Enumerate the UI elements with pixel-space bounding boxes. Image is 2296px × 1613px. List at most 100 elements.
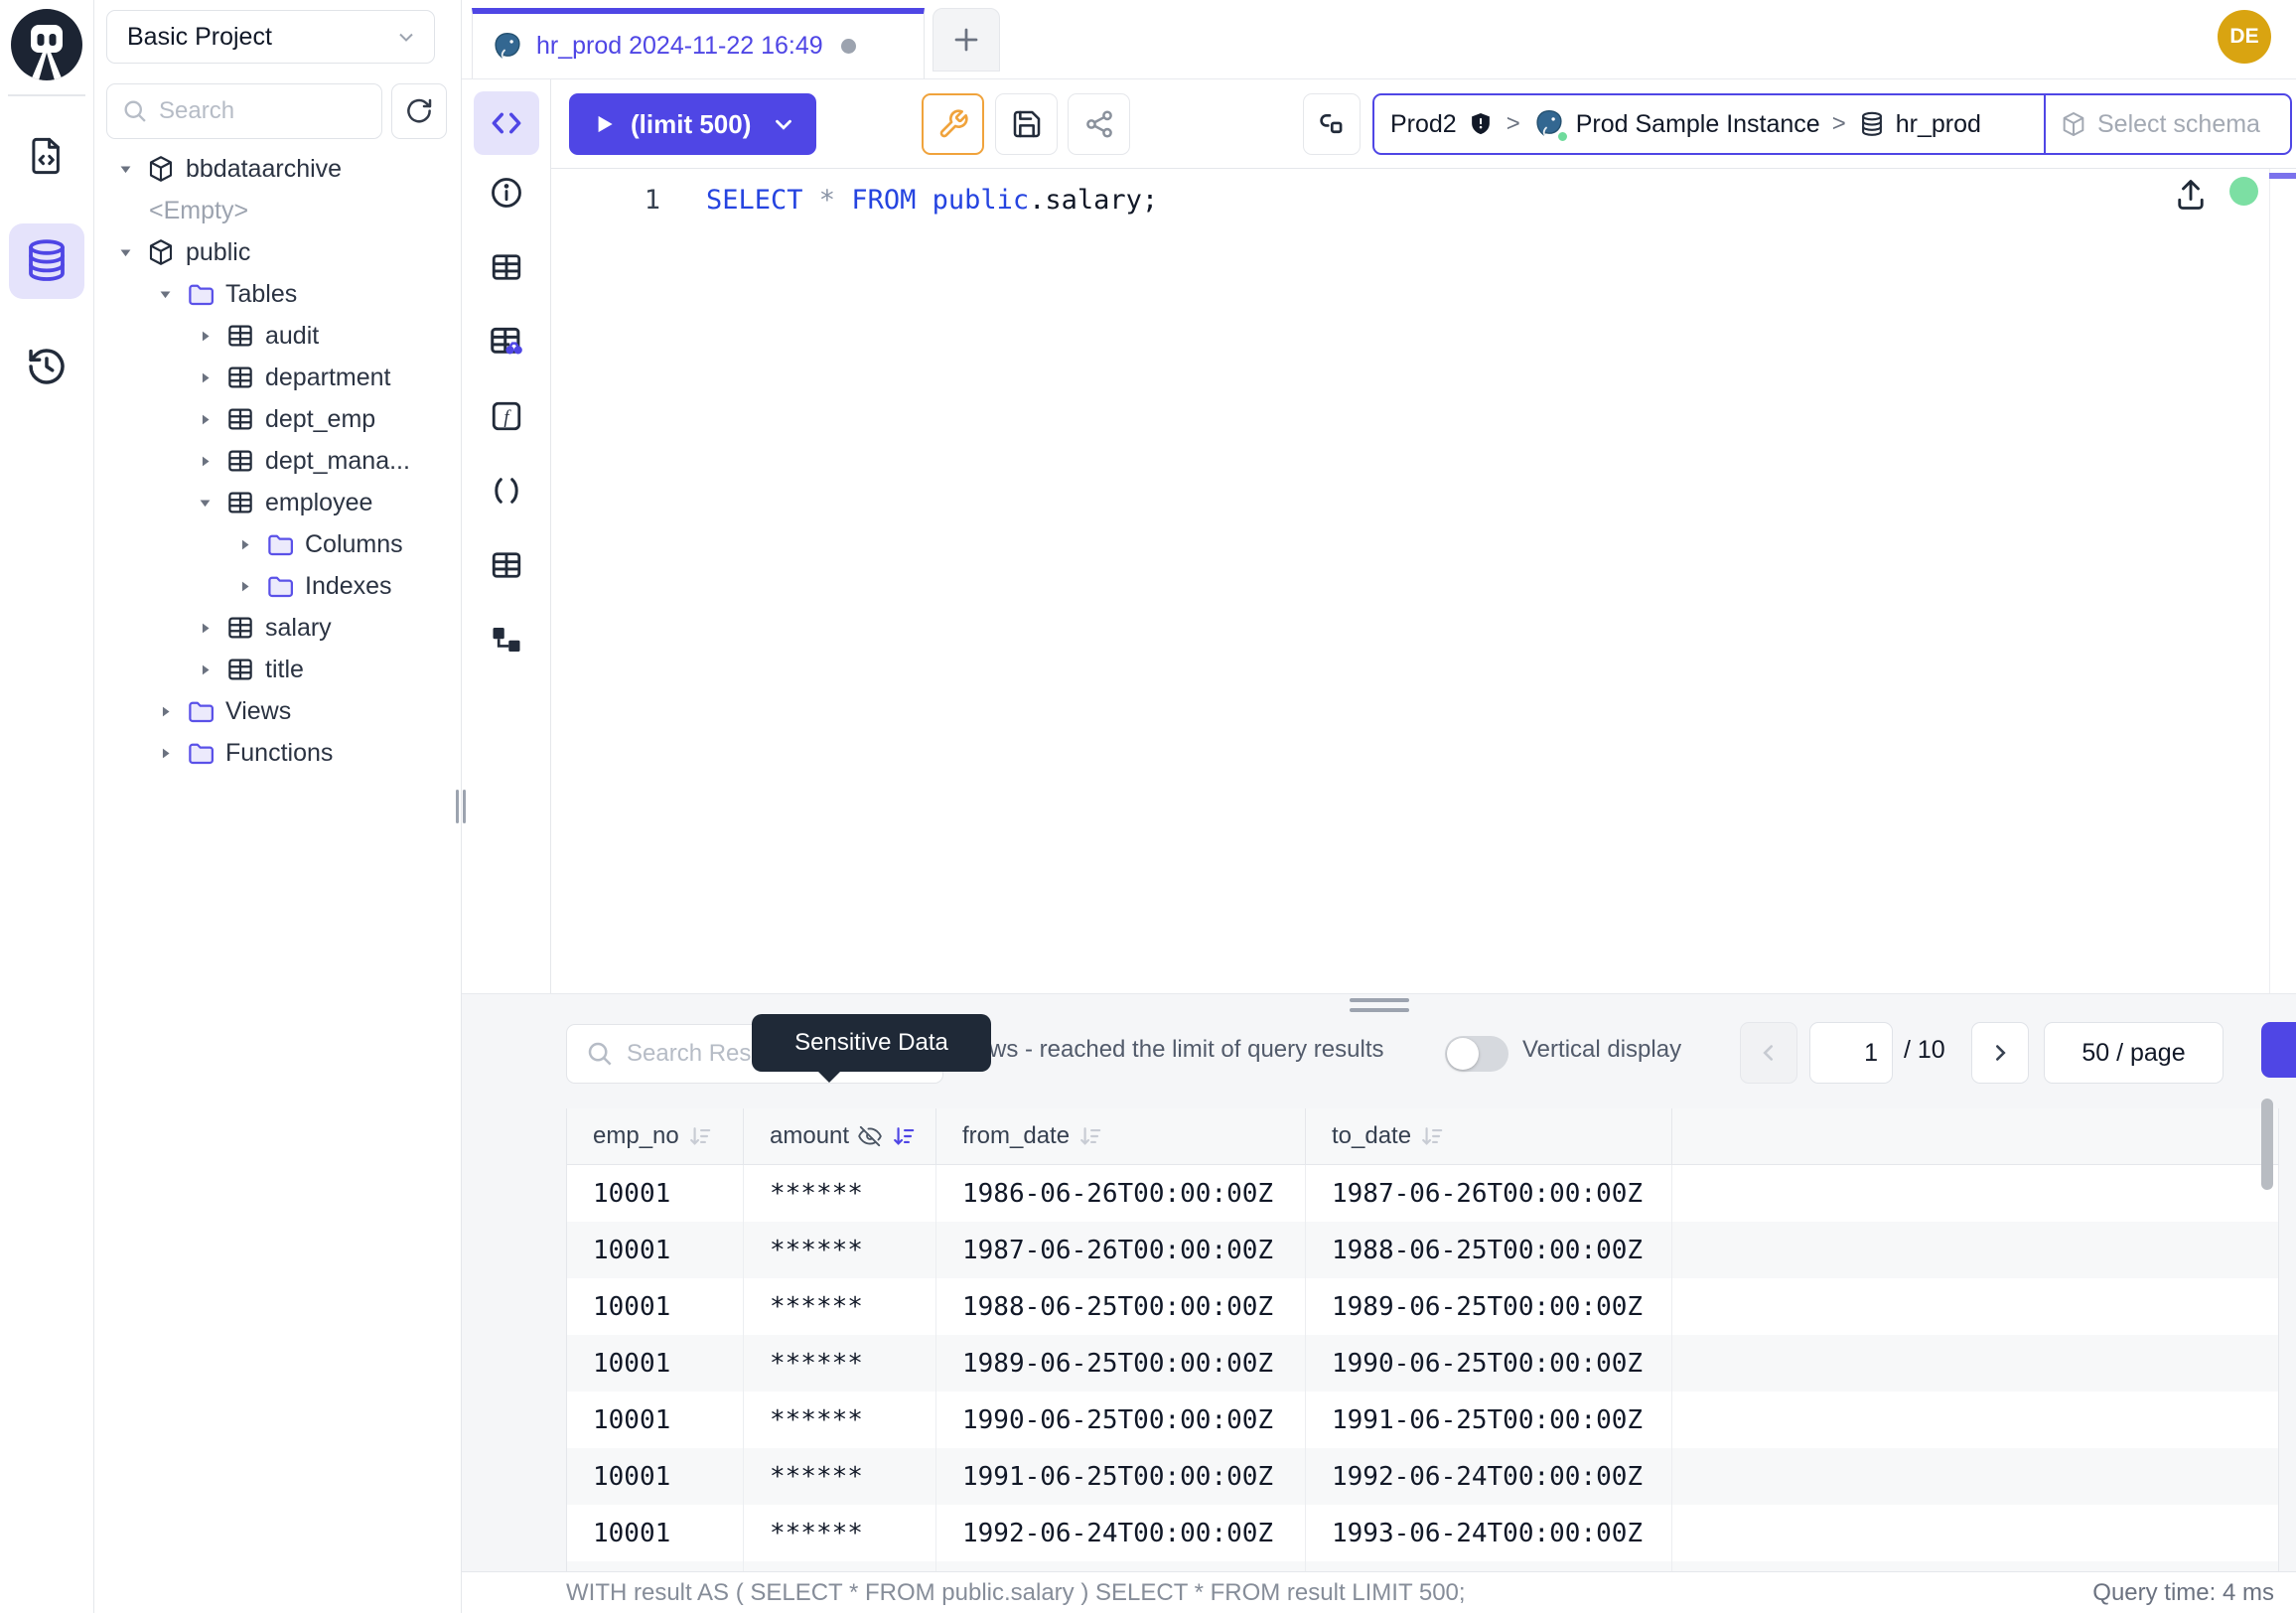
table-row[interactable]: 10001******1988-06-25T00:00:00Z1989-06-2… — [567, 1278, 2278, 1335]
caret-right-icon[interactable] — [194, 412, 215, 427]
tree-item-functions[interactable]: Functions — [94, 732, 461, 774]
connection-breadcrumb[interactable]: Prod2 > Prod Sample Instance > — [1372, 93, 2292, 155]
tree-item-views[interactable]: Views — [94, 690, 461, 732]
results-table-header: emp_no amount from_date — [567, 1108, 2278, 1165]
tab-hr-prod[interactable]: hr_prod 2024-11-22 16:49 — [472, 8, 925, 78]
folder-icon — [265, 571, 295, 601]
info-panel-button[interactable] — [489, 155, 524, 229]
eye-off-icon[interactable] — [857, 1123, 883, 1149]
schema-diagram-panel-button[interactable] — [489, 602, 524, 676]
sort-icon-active[interactable] — [891, 1123, 917, 1149]
sidebar-search-box[interactable] — [106, 83, 382, 139]
share-button[interactable] — [1068, 93, 1130, 155]
caret-right-icon[interactable] — [194, 329, 215, 344]
breadcrumb-left[interactable]: Prod2 > Prod Sample Instance > — [1374, 95, 2044, 153]
table-row[interactable]: 10001******1990-06-25T00:00:00Z1991-06-2… — [567, 1392, 2278, 1448]
wrench-icon — [937, 108, 969, 140]
refresh-button[interactable] — [391, 83, 447, 139]
tree-item-indexes[interactable]: Indexes — [94, 565, 461, 607]
code-panel-button[interactable] — [474, 91, 539, 155]
sort-icon[interactable] — [687, 1123, 713, 1149]
sidebar-search-input[interactable] — [159, 97, 369, 125]
editor-column: (limit 500) — [551, 79, 2296, 993]
caret-right-icon[interactable] — [154, 704, 176, 719]
caret-right-icon[interactable] — [194, 621, 215, 636]
column-header-emp-no[interactable]: emp_no — [567, 1108, 744, 1164]
results-resize-handle[interactable] — [1350, 998, 1409, 1012]
procedures-panel-button[interactable] — [489, 453, 524, 527]
new-tab-button[interactable] — [933, 8, 1000, 72]
select-schema-button[interactable]: Select schema — [2046, 95, 2290, 153]
search-icon — [121, 97, 149, 125]
save-button[interactable] — [995, 93, 1058, 155]
column-header-amount[interactable]: amount — [744, 1108, 936, 1164]
column-header-to-date[interactable]: to_date — [1306, 1108, 1672, 1164]
tree-item-dept-emp[interactable]: dept_emp — [94, 398, 461, 440]
caret-down-icon[interactable] — [114, 245, 136, 260]
sort-icon[interactable] — [1419, 1123, 1445, 1149]
upload-icon[interactable] — [2173, 177, 2209, 213]
vertical-display-toggle[interactable] — [1445, 1036, 1508, 1072]
editor-overview-ruler[interactable] — [2269, 169, 2296, 993]
tree-item-dept-manager[interactable]: dept_mana... — [94, 440, 461, 482]
sql-editor[interactable]: 1 SELECT * FROM public.salary; — [551, 169, 2296, 993]
tree-item-title[interactable]: title — [94, 649, 461, 690]
refresh-icon — [404, 96, 434, 126]
next-page-button[interactable] — [1971, 1022, 2029, 1084]
sql-code: SELECT * FROM public.salary; — [706, 181, 1158, 220]
table-scrollbar[interactable] — [2261, 1099, 2273, 1190]
page-size-value: 50 / page — [2081, 1039, 2185, 1068]
column-header-from-date[interactable]: from_date — [936, 1108, 1306, 1164]
caret-right-icon[interactable] — [194, 662, 215, 677]
project-select[interactable]: Basic Project — [106, 10, 435, 64]
tree-item-bbdataarchive[interactable]: bbdataarchive — [94, 148, 461, 190]
page-number-input[interactable] — [1809, 1022, 1893, 1084]
functions-panel-button[interactable]: f — [489, 378, 524, 453]
prev-page-button[interactable] — [1740, 1022, 1797, 1084]
folder-icon — [186, 738, 215, 768]
tree-item-salary[interactable]: salary — [94, 607, 461, 649]
tree-item-tables[interactable]: Tables — [94, 273, 461, 315]
table-row[interactable]: 10001******1992-06-24T00:00:00Z1993-06-2… — [567, 1505, 2278, 1561]
caret-right-icon[interactable] — [154, 746, 176, 761]
tree-item-employee[interactable]: employee — [94, 482, 461, 523]
caret-down-icon[interactable] — [194, 496, 215, 511]
results-table: emp_no amount from_date — [566, 1108, 2279, 1571]
database-nav-button[interactable] — [9, 223, 84, 299]
instance-label: Prod Sample Instance — [1576, 110, 1820, 139]
caret-right-icon[interactable] — [233, 579, 255, 594]
tree-item-audit[interactable]: audit — [94, 315, 461, 357]
caret-down-icon[interactable] — [114, 162, 136, 177]
chevron-down-icon[interactable] — [771, 111, 796, 137]
caret-down-icon[interactable] — [154, 287, 176, 302]
connection-button[interactable] — [1303, 93, 1361, 155]
table-icon — [225, 613, 255, 643]
table-row[interactable]: 10001******1991-06-25T00:00:00Z1992-06-2… — [567, 1448, 2278, 1505]
table-row[interactable]: 10001******1986-06-26T00:00:00Z1987-06-2… — [567, 1165, 2278, 1222]
tree-item-columns[interactable]: Columns — [94, 523, 461, 565]
tab-bar: hr_prod 2024-11-22 16:49 DE — [462, 0, 2296, 79]
run-query-button[interactable]: (limit 500) — [569, 93, 816, 155]
page-size-select[interactable]: 50 / page — [2044, 1022, 2224, 1084]
caret-right-icon[interactable] — [233, 537, 255, 552]
table-row[interactable]: 10001******1987-06-26T00:00:00Z1988-06-2… — [567, 1222, 2278, 1278]
caret-right-icon[interactable] — [194, 370, 215, 385]
worksheet-nav-button[interactable] — [9, 118, 84, 194]
schema-sidebar: Basic Project bbdataarchive <Em — [94, 0, 462, 1613]
external-tables-panel-button[interactable] — [489, 527, 524, 602]
table-row[interactable]: 10001******1989-06-25T00:00:00Z1990-06-2… — [567, 1335, 2278, 1392]
bytebase-logo[interactable] — [11, 9, 82, 80]
table-row[interactable]: 10001******1993-06-24T00:00:00Z1994-06-2… — [567, 1561, 2278, 1571]
parentheses-icon — [489, 473, 524, 509]
caret-right-icon[interactable] — [194, 454, 215, 469]
tree-item-department[interactable]: department — [94, 357, 461, 398]
tree-item-public[interactable]: public — [94, 231, 461, 273]
sort-icon[interactable] — [1077, 1123, 1103, 1149]
format-sql-button[interactable] — [922, 93, 984, 155]
divider — [8, 94, 85, 96]
export-button[interactable] — [2261, 1022, 2296, 1078]
tables-panel-button[interactable] — [489, 229, 524, 304]
history-nav-button[interactable] — [9, 329, 84, 404]
avatar[interactable]: DE — [2218, 10, 2271, 64]
sensitive-table-panel-button[interactable] — [488, 304, 525, 378]
